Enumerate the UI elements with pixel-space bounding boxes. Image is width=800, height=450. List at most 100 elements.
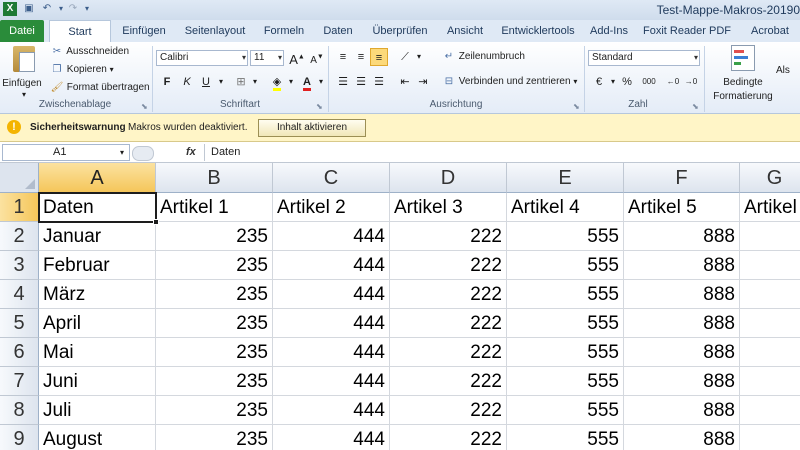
redo-icon[interactable]: ↷ [66, 2, 80, 16]
align-middle-icon[interactable]: ≡ [352, 48, 370, 66]
cell-c3[interactable]: 444 [273, 251, 390, 280]
number-launcher-icon[interactable]: ⬊ [692, 100, 699, 114]
formula-input[interactable]: Daten [204, 144, 798, 161]
cell-e6[interactable]: 555 [507, 338, 624, 367]
column-header-e[interactable]: E [507, 163, 624, 193]
tab-ansicht[interactable]: Ansicht [438, 20, 492, 42]
cell-e9[interactable]: 555 [507, 425, 624, 450]
cell-e4[interactable]: 555 [507, 280, 624, 309]
undo-icon[interactable]: ↶ [40, 2, 54, 16]
cell-e7[interactable]: 555 [507, 367, 624, 396]
cell-f4[interactable]: 888 [624, 280, 740, 309]
cell-f1[interactable]: Artikel 5 [624, 193, 740, 222]
align-left-icon[interactable]: ☰ [334, 73, 352, 91]
cell-d1[interactable]: Artikel 3 [390, 193, 507, 222]
row-header-8[interactable]: 8 [0, 396, 39, 425]
cell-e2[interactable]: 555 [507, 222, 624, 251]
conditional-formatting-button[interactable]: Bedingte Formatierung [708, 45, 778, 104]
name-box-dropdown-icon[interactable]: ▾ [120, 144, 124, 161]
tab-formeln[interactable]: Formeln [254, 20, 314, 42]
alignment-launcher-icon[interactable]: ⬊ [573, 100, 580, 114]
cell-f8[interactable]: 888 [624, 396, 740, 425]
column-header-d[interactable]: D [390, 163, 507, 193]
grow-font-button[interactable]: A▲ [288, 49, 306, 67]
cell-a8[interactable]: Juli [39, 396, 156, 425]
row-header-3[interactable]: 3 [0, 251, 39, 280]
formula-bar-splitter[interactable] [132, 146, 154, 161]
copy-button[interactable]: ❐ Kopieren ▾ [50, 63, 114, 77]
shrink-font-button[interactable]: A▼ [308, 49, 326, 67]
cell-e5[interactable]: 555 [507, 309, 624, 338]
cell-e1[interactable]: Artikel 4 [507, 193, 624, 222]
paste-button[interactable]: Einfügen ▾ [2, 46, 42, 99]
bold-button[interactable]: F [158, 73, 176, 91]
borders-dropdown-icon[interactable]: ▾ [246, 73, 264, 91]
cell-d7[interactable]: 222 [390, 367, 507, 396]
cell-g8[interactable] [740, 396, 800, 425]
tab-foxit-reader-pdf[interactable]: Foxit Reader PDF [634, 20, 740, 42]
tab-daten[interactable]: Daten [314, 20, 362, 42]
name-box[interactable]: A1 [2, 144, 130, 161]
row-header-1[interactable]: 1 [0, 193, 39, 222]
merge-center-button[interactable]: ⊟ Verbinden und zentrieren ▾ [442, 75, 578, 89]
cell-a7[interactable]: Juni [39, 367, 156, 396]
save-icon[interactable]: ▣ [22, 2, 36, 16]
thousands-separator-button[interactable]: 000 [638, 73, 660, 91]
tab-add-ins[interactable]: Add-Ins [584, 20, 634, 42]
cell-a5[interactable]: April [39, 309, 156, 338]
cell-f5[interactable]: 888 [624, 309, 740, 338]
italic-button[interactable]: K [178, 73, 196, 91]
cell-d8[interactable]: 222 [390, 396, 507, 425]
cell-g9[interactable] [740, 425, 800, 450]
cell-f6[interactable]: 888 [624, 338, 740, 367]
tab-datei[interactable]: Datei [0, 20, 44, 42]
cell-g4[interactable] [740, 280, 800, 309]
font-size-select[interactable]: 11 ▾ [250, 50, 284, 66]
cell-a1[interactable]: Daten [39, 193, 156, 222]
align-right-icon[interactable]: ☰ [370, 73, 388, 91]
row-header-7[interactable]: 7 [0, 367, 39, 396]
cell-d3[interactable]: 222 [390, 251, 507, 280]
select-all-button[interactable] [0, 163, 39, 193]
cell-a6[interactable]: Mai [39, 338, 156, 367]
cell-d2[interactable]: 222 [390, 222, 507, 251]
cell-e3[interactable]: 555 [507, 251, 624, 280]
cell-g6[interactable] [740, 338, 800, 367]
cell-f2[interactable]: 888 [624, 222, 740, 251]
column-header-b[interactable]: B [156, 163, 273, 193]
row-header-4[interactable]: 4 [0, 280, 39, 309]
align-bottom-icon[interactable]: ≡ [370, 48, 388, 66]
column-header-f[interactable]: F [624, 163, 740, 193]
row-header-6[interactable]: 6 [0, 338, 39, 367]
wrap-text-button[interactable]: ↵ Zeilenumbruch [442, 50, 525, 64]
align-top-icon[interactable]: ≡ [334, 48, 352, 66]
cell-c5[interactable]: 444 [273, 309, 390, 338]
cell-c6[interactable]: 444 [273, 338, 390, 367]
cell-b3[interactable]: 235 [156, 251, 273, 280]
enable-content-button[interactable]: Inhalt aktivieren [258, 119, 366, 137]
cell-f9[interactable]: 888 [624, 425, 740, 450]
tab-start[interactable]: Start [49, 20, 111, 44]
align-center-icon[interactable]: ☰ [352, 73, 370, 91]
cell-c7[interactable]: 444 [273, 367, 390, 396]
orientation-dropdown-icon[interactable]: ▾ [410, 48, 428, 66]
cell-b9[interactable]: 235 [156, 425, 273, 450]
font-name-select[interactable]: Calibri ▾ [156, 50, 248, 66]
cell-c4[interactable]: 444 [273, 280, 390, 309]
increase-indent-icon[interactable]: ⇥ [414, 73, 432, 91]
cell-g5[interactable] [740, 309, 800, 338]
percent-button[interactable]: % [618, 73, 636, 91]
cell-b2[interactable]: 235 [156, 222, 273, 251]
cell-b5[interactable]: 235 [156, 309, 273, 338]
cut-button[interactable]: ✂ Ausschneiden [50, 45, 129, 59]
cell-c8[interactable]: 444 [273, 396, 390, 425]
cell-d4[interactable]: 222 [390, 280, 507, 309]
increase-decimal-icon[interactable]: ←0 [664, 73, 682, 91]
cell-a2[interactable]: Januar [39, 222, 156, 251]
cell-a4[interactable]: März [39, 280, 156, 309]
format-as-table-button[interactable]: Als [776, 64, 790, 78]
fill-handle[interactable] [153, 219, 159, 225]
tab-seitenlayout[interactable]: Seitenlayout [176, 20, 254, 42]
row-header-2[interactable]: 2 [0, 222, 39, 251]
customize-qat-icon[interactable]: ▾ [80, 2, 94, 16]
